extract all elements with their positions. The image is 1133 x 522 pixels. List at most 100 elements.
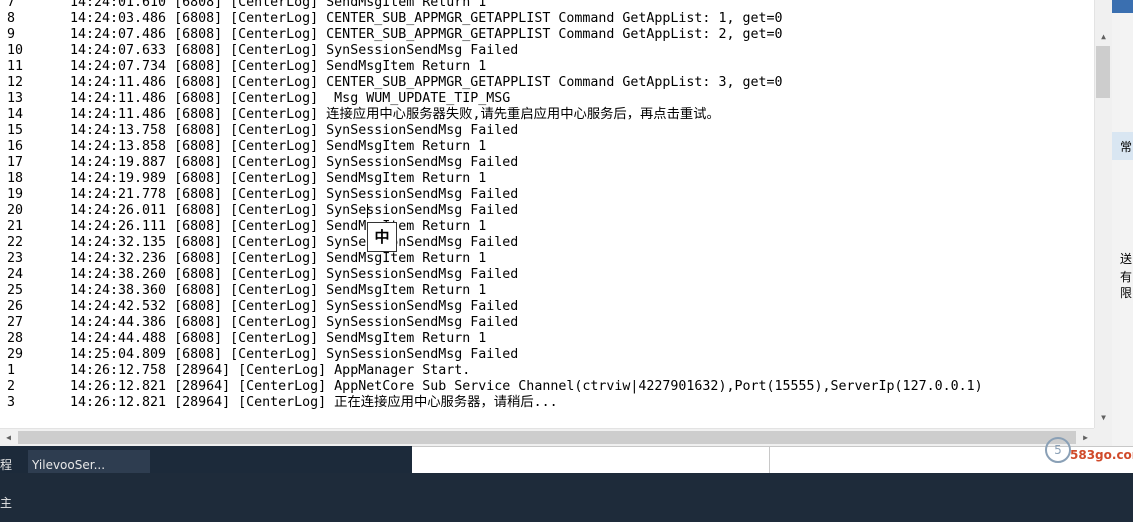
- log-line-number: 28: [7, 331, 24, 346]
- log-line-text: 14:24:07.734 [6808] [CenterLog] SendMsgI…: [70, 59, 487, 74]
- log-line-text: 14:24:03.486 [6808] [CenterLog] CENTER_S…: [70, 11, 783, 26]
- log-line: 10 14:24:07.633 [6808] [CenterLog] SynSes…: [7, 43, 983, 59]
- log-line: 17 14:24:19.887 [6808] [CenterLog] SynSes…: [7, 155, 983, 171]
- log-line: 16 14:24:13.858 [6808] [CenterLog] SendMs…: [7, 139, 983, 155]
- log-line-number: 16: [7, 139, 24, 154]
- watermark-badge: 5: [1045, 437, 1071, 463]
- log-line-text: 14:24:11.486 [6808] [CenterLog] CENTER_S…: [70, 75, 783, 90]
- log-line: 9 14:24:07.486 [6808] [CenterLog] CENTER_…: [7, 27, 983, 43]
- log-line-text: 14:24:07.486 [6808] [CenterLog] CENTER_S…: [70, 27, 783, 42]
- log-line: 14 14:24:11.486 [6808] [CenterLog] 连接应用中心…: [7, 107, 983, 123]
- log-line: 27 14:24:44.386 [6808] [CenterLog] SynSes…: [7, 315, 983, 331]
- log-line: 8 14:24:03.486 [6808] [CenterLog] CENTER_…: [7, 11, 983, 27]
- vertical-scroll-thumb[interactable]: [1096, 46, 1110, 98]
- scroll-down-arrow-icon[interactable]: ▼: [1095, 409, 1112, 426]
- watermark-text: 583go.com: [1070, 448, 1133, 462]
- log-line-text: 14:26:12.821 [28964] [CenterLog] 正在连接应用中…: [70, 395, 558, 410]
- log-line-number: 14: [7, 107, 24, 122]
- log-line-number: 12: [7, 75, 24, 90]
- background-window-fragment: 常 送 有 限: [1112, 0, 1133, 446]
- log-line: 15 14:24:13.758 [6808] [CenterLog] SynSes…: [7, 123, 983, 139]
- log-line-number: 22: [7, 235, 24, 250]
- log-line: 1 14:26:12.758 [28964] [CenterLog] AppMan…: [7, 363, 983, 379]
- log-line: 29 14:25:04.809 [6808] [CenterLog] SynSes…: [7, 347, 983, 363]
- log-line-number: 15: [7, 123, 24, 138]
- scroll-up-arrow-icon[interactable]: ▲: [1095, 28, 1112, 45]
- log-line-number: 19: [7, 187, 24, 202]
- log-line-text: 14:24:38.360 [6808] [CenterLog] SendMsgI…: [70, 283, 487, 298]
- log-line: 20 14:24:26.011 [6808] [CenterLog] SynSes…: [7, 203, 983, 219]
- ime-mode-indicator[interactable]: 中: [367, 222, 397, 252]
- log-line: 11 14:24:07.734 [6808] [CenterLog] SendMs…: [7, 59, 983, 75]
- log-line: 18 14:24:19.989 [6808] [CenterLog] SendMs…: [7, 171, 983, 187]
- vertical-scrollbar[interactable]: ▲ ▼: [1094, 0, 1112, 428]
- log-line-text: 14:24:42.532 [6808] [CenterLog] SynSessi…: [70, 299, 519, 314]
- scroll-left-arrow-icon[interactable]: ◀: [0, 429, 17, 446]
- log-line-text: 14:24:11.486 [6808] [CenterLog] Msg WUM_…: [70, 91, 511, 106]
- log-line-text: 14:26:12.758 [28964] [CenterLog] AppMana…: [70, 363, 471, 378]
- log-line-text: 14:24:32.135 [6808] [CenterLog] SynSessi…: [70, 235, 519, 250]
- log-line-text: 14:24:32.236 [6808] [CenterLog] SendMsgI…: [70, 251, 487, 266]
- side-text-3: 有: [1120, 270, 1133, 284]
- log-line: 26 14:24:42.532 [6808] [CenterLog] SynSes…: [7, 299, 983, 315]
- taskbar-separator: [769, 446, 770, 473]
- log-line-text: 14:24:19.887 [6808] [CenterLog] SynSessi…: [70, 155, 519, 170]
- background-window-titlebar: [1112, 0, 1133, 13]
- log-line-number: 11: [7, 59, 24, 74]
- log-line-text: 14:24:11.486 [6808] [CenterLog] 连接应用中心服务…: [70, 107, 720, 122]
- log-line: 24 14:24:38.260 [6808] [CenterLog] SynSes…: [7, 267, 983, 283]
- log-line-number: 27: [7, 315, 24, 330]
- log-line-text: 14:24:38.260 [6808] [CenterLog] SynSessi…: [70, 267, 519, 282]
- log-line-number: 29: [7, 347, 24, 362]
- log-window: 7 14:24:01.610 [6808] [CenterLog] SendMsg…: [0, 0, 1112, 446]
- log-line-number: 24: [7, 267, 24, 282]
- log-line-text: 14:24:44.488 [6808] [CenterLog] SendMsgI…: [70, 331, 487, 346]
- log-line: 28 14:24:44.488 [6808] [CenterLog] SendMs…: [7, 331, 983, 347]
- horizontal-scroll-thumb[interactable]: [18, 431, 1076, 444]
- log-line-number: 18: [7, 171, 24, 186]
- log-line-number: 25: [7, 283, 24, 298]
- log-line-number: 17: [7, 155, 24, 170]
- side-text-4: 限: [1120, 286, 1133, 300]
- log-lines: 7 14:24:01.610 [6808] [CenterLog] SendMsg…: [7, 0, 983, 411]
- side-text-2: 送: [1120, 252, 1133, 266]
- log-line-text: 14:24:26.011 [6808] [CenterLog] SynSessi…: [70, 203, 519, 218]
- log-line: 22 14:24:32.135 [6808] [CenterLog] SynSes…: [7, 235, 983, 251]
- log-line-text: 14:24:01.610 [6808] [CenterLog] SendMsgI…: [70, 0, 487, 10]
- log-line-text: 14:24:13.758 [6808] [CenterLog] SynSessi…: [70, 123, 519, 138]
- log-line: 7 14:24:01.610 [6808] [CenterLog] SendMsg…: [7, 0, 983, 11]
- log-line: 23 14:24:32.236 [6808] [CenterLog] SendMs…: [7, 251, 983, 267]
- horizontal-scrollbar[interactable]: ◀ ▶: [0, 428, 1094, 446]
- log-line-text: 14:25:04.809 [6808] [CenterLog] SynSessi…: [70, 347, 519, 362]
- log-line-number: 1: [7, 363, 16, 378]
- log-line: 13 14:24:11.486 [6808] [CenterLog] Msg WU…: [7, 91, 983, 107]
- log-line: 2 14:26:12.821 [28964] [CenterLog] AppNet…: [7, 379, 983, 395]
- log-line: 25 14:24:38.360 [6808] [CenterLog] SendMs…: [7, 283, 983, 299]
- log-line-text: 14:24:13.858 [6808] [CenterLog] SendMsgI…: [70, 139, 487, 154]
- log-line-number: 2: [7, 379, 16, 394]
- log-line-number: 21: [7, 219, 24, 234]
- log-line-text: 14:24:07.633 [6808] [CenterLog] SynSessi…: [70, 43, 519, 58]
- log-line: 3 14:26:12.821 [28964] [CenterLog] 正在连接应用…: [7, 395, 983, 411]
- taskbar-open-window-area[interactable]: [412, 446, 1133, 473]
- text-caret: [367, 204, 368, 218]
- log-line-number: 8: [7, 11, 16, 26]
- log-line-text: 14:24:26.111 [6808] [CenterLog] SendMsgI…: [70, 219, 487, 234]
- log-line-number: 26: [7, 299, 24, 314]
- log-line-number: 9: [7, 27, 16, 42]
- scrollbar-corner: [1094, 428, 1112, 446]
- log-line-number: 7: [7, 0, 16, 10]
- log-line: 19 14:24:21.778 [6808] [CenterLog] SynSes…: [7, 187, 983, 203]
- log-line-text: 14:24:44.386 [6808] [CenterLog] SynSessi…: [70, 315, 519, 330]
- log-line-number: 10: [7, 43, 24, 58]
- taskbar-item-yilevooser[interactable]: YilevooSer...: [28, 450, 150, 473]
- taskbar-item-1[interactable]: 程主: [0, 446, 18, 510]
- scroll-right-arrow-icon[interactable]: ▶: [1077, 429, 1094, 446]
- log-line-number: 13: [7, 91, 24, 106]
- log-line: 21 14:24:26.111 [6808] [CenterLog] SendMs…: [7, 219, 983, 235]
- log-line-text: 14:26:12.821 [28964] [CenterLog] AppNetC…: [70, 379, 983, 394]
- log-line-text: 14:24:21.778 [6808] [CenterLog] SynSessi…: [70, 187, 519, 202]
- log-line-number: 20: [7, 203, 24, 218]
- log-line-number: 3: [7, 395, 16, 410]
- side-text-1: 常: [1120, 140, 1133, 154]
